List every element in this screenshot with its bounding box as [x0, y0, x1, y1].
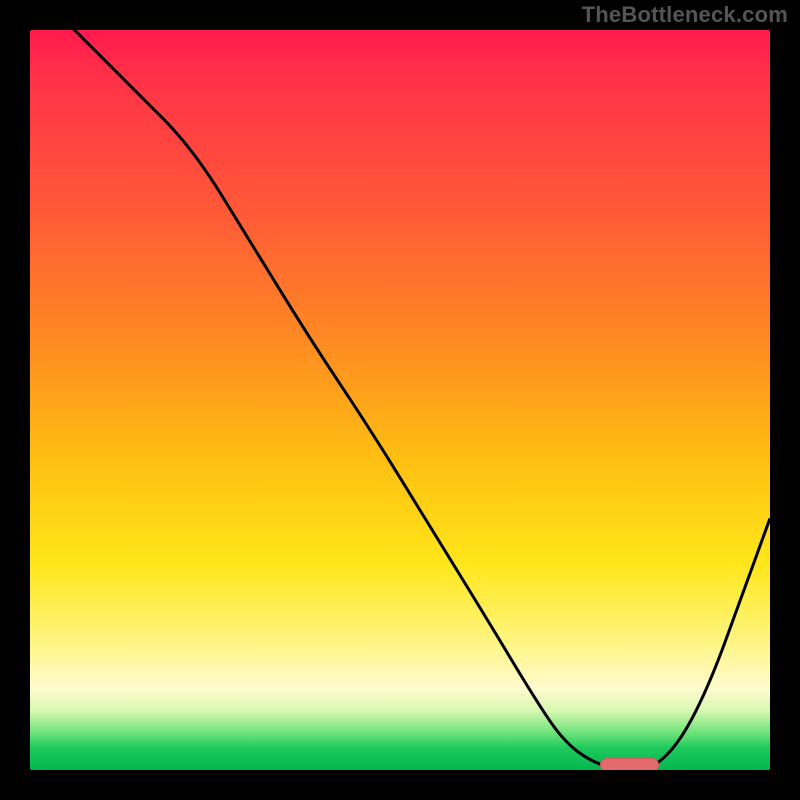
optimal-range-marker — [600, 758, 659, 770]
watermark-label: TheBottleneck.com — [582, 2, 788, 28]
bottleneck-curve — [30, 30, 770, 770]
chart-stage: TheBottleneck.com — [0, 0, 800, 800]
curve-layer — [30, 30, 770, 770]
plot-area — [30, 30, 770, 770]
